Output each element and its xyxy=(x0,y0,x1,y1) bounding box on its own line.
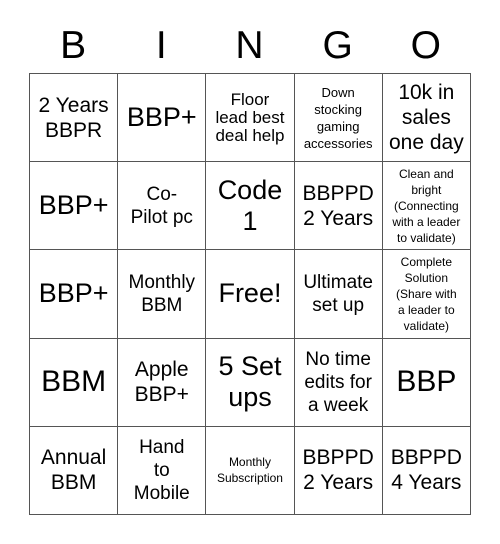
cell-label: BBP+ xyxy=(38,278,109,309)
cell-label: Clean and bright (Connecting with a lead… xyxy=(392,166,461,245)
bingo-cell[interactable]: 2 Years BBPR xyxy=(30,74,119,163)
cell-label: BBPPD 2 Years xyxy=(302,181,374,230)
bingo-cell[interactable]: BBPPD 4 Years xyxy=(382,426,471,515)
bingo-cell[interactable]: Apple BBP+ xyxy=(118,338,207,427)
cell-label: Monthly Subscription xyxy=(216,455,283,486)
header-letter-g: G xyxy=(322,24,353,67)
cell-label: Code 1 xyxy=(217,174,283,236)
bingo-header: B I N G O xyxy=(29,0,470,73)
bingo-cell[interactable]: 10k in sales one day xyxy=(382,74,471,163)
free-space-cell[interactable]: Free! xyxy=(206,250,295,339)
bingo-cell[interactable]: Annual BBM xyxy=(30,426,119,515)
bingo-cell[interactable]: BBM xyxy=(30,338,119,427)
cell-label: Apple BBP+ xyxy=(134,358,189,407)
cell-label: Floor lead best deal help xyxy=(215,89,285,145)
cell-label: BBM xyxy=(41,365,107,399)
bingo-cell[interactable]: Down stocking gaming accessories xyxy=(294,74,383,163)
bingo-cell[interactable]: Floor lead best deal help xyxy=(206,74,295,163)
cell-label: No time edits for a week xyxy=(304,348,372,416)
bingo-cell[interactable]: BBPPD 2 Years xyxy=(294,162,383,251)
bingo-cell[interactable]: 5 Set ups xyxy=(206,338,295,427)
bingo-cell[interactable]: Monthly BBM xyxy=(118,250,207,339)
bingo-cell[interactable]: Code 1 xyxy=(206,162,295,251)
header-letter-b: B xyxy=(60,24,87,67)
cell-label: Complete Solution (Share with a leader t… xyxy=(395,254,457,333)
bingo-cell[interactable]: BBP xyxy=(382,338,471,427)
bingo-cell[interactable]: Complete Solution (Share with a leader t… xyxy=(382,250,471,339)
cell-label: BBPPD 4 Years xyxy=(390,446,462,495)
cell-label: BBPPD 2 Years xyxy=(302,446,374,495)
bingo-card: B I N G O 2 Years BBPR BBP+ Floor lead bes… xyxy=(29,0,471,515)
bingo-grid: 2 Years BBPR BBP+ Floor lead best deal hel… xyxy=(29,73,471,515)
cell-label: BBP+ xyxy=(126,102,197,133)
cell-label: Monthly BBM xyxy=(128,271,196,316)
cell-label: Co- Pilot pc xyxy=(130,183,193,228)
cell-label: 10k in sales one day xyxy=(388,81,464,155)
cell-label: Hand to Mobile xyxy=(133,436,190,504)
bingo-cell[interactable]: Hand to Mobile xyxy=(118,426,207,515)
bingo-cell[interactable]: Monthly Subscription xyxy=(206,426,295,515)
cell-label: Down stocking gaming accessories xyxy=(303,84,373,151)
header-letter-n: N xyxy=(235,24,264,67)
cell-label: Free! xyxy=(218,278,282,309)
bingo-cell[interactable]: Clean and bright (Connecting with a lead… xyxy=(382,162,471,251)
cell-label: Ultimate set up xyxy=(303,271,373,316)
cell-label: Annual BBM xyxy=(40,446,107,495)
bingo-cell[interactable]: BBP+ xyxy=(30,250,119,339)
header-letter-o: O xyxy=(410,24,442,67)
cell-label: 5 Set ups xyxy=(218,351,282,413)
bingo-cell[interactable]: Co- Pilot pc xyxy=(118,162,207,251)
cell-label: BBP+ xyxy=(38,190,109,221)
bingo-cell[interactable]: No time edits for a week xyxy=(294,338,383,427)
bingo-cell[interactable]: BBP+ xyxy=(118,74,207,163)
cell-label: BBP xyxy=(396,365,457,399)
bingo-cell[interactable]: BBPPD 2 Years xyxy=(294,426,383,515)
bingo-cell[interactable]: BBP+ xyxy=(30,162,119,251)
bingo-cell[interactable]: Ultimate set up xyxy=(294,250,383,339)
header-letter-i: I xyxy=(155,24,167,67)
cell-label: 2 Years BBPR xyxy=(38,93,109,142)
